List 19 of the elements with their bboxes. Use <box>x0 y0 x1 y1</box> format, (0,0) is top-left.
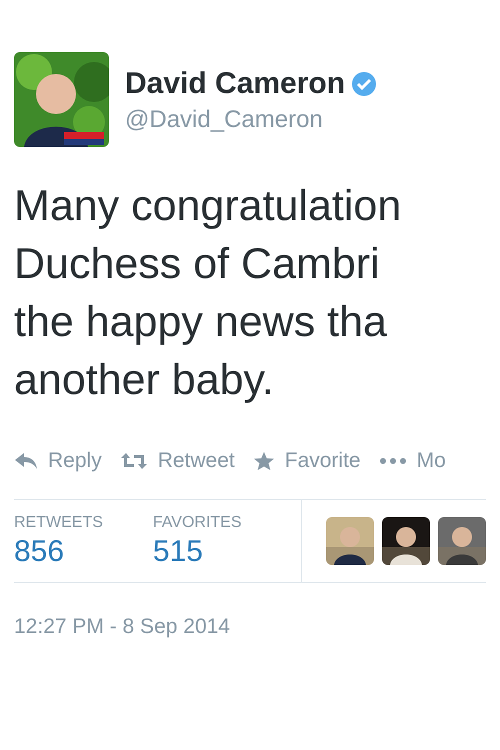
stat-count[interactable]: 856 <box>14 534 103 570</box>
author-handle[interactable]: @David_Cameron <box>125 104 378 136</box>
stat-label: RETWEETS <box>14 512 103 532</box>
stat-count[interactable]: 515 <box>152 534 242 570</box>
reply-button[interactable]: Reply <box>14 445 102 476</box>
reply-icon <box>14 452 38 470</box>
stat-label: FAVORITES <box>152 512 242 532</box>
retweet-button[interactable]: Retweet <box>120 445 235 476</box>
tweet-text-line: the happy news tha <box>14 297 387 348</box>
author-name: David Cameron <box>125 66 346 102</box>
favorite-button[interactable]: Favorite <box>252 445 361 476</box>
tweet-text-line: Many congratulation <box>14 181 402 232</box>
retweet-icon <box>120 452 148 470</box>
star-icon <box>252 450 275 471</box>
more-button[interactable]: Mo <box>378 445 446 476</box>
tweet-text-line: another baby. <box>14 355 274 406</box>
more-icon <box>378 456 407 465</box>
timestamp[interactable]: 12:27 PM - 8 Sep 2014 <box>14 614 230 638</box>
tweet-text-line: Duchess of Cambri <box>14 239 380 290</box>
